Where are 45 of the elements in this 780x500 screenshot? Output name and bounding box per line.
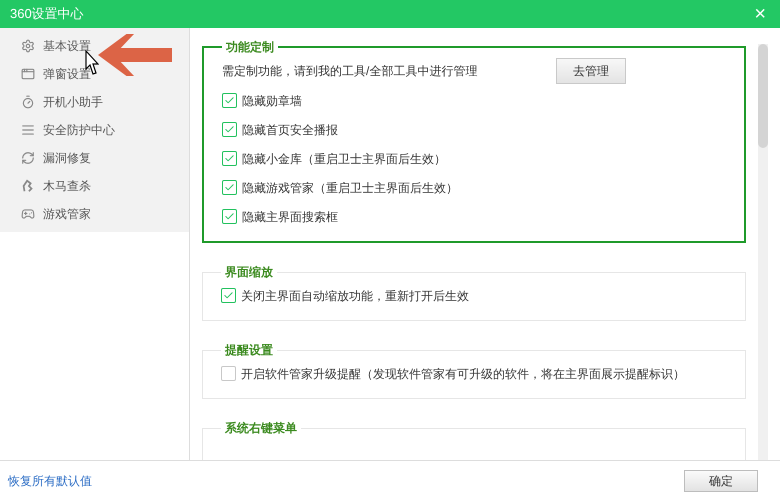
option-label: 关闭主界面自动缩放功能，重新打开后生效 [241,288,469,304]
option-label: 隐藏主界面搜索框 [242,208,338,226]
confirm-button[interactable]: 确定 [684,470,758,492]
window-title: 360设置中心 [10,5,84,24]
sidebar-item[interactable]: 开机小助手 [0,88,189,116]
group-title: 提醒设置 [224,342,274,359]
gamepad-icon [21,207,35,221]
checkbox[interactable] [222,151,237,166]
bars-icon [21,123,35,137]
scrollbar[interactable] [758,44,768,460]
scrollbar-thumb[interactable] [758,44,768,148]
option-label: 隐藏游戏管家（重启卫士主界面后生效） [242,180,458,196]
option-label: 隐藏勋章墙 [242,92,302,110]
check-icon [223,290,234,301]
pointer-arrow-icon [98,34,172,76]
check-icon [224,124,235,135]
check-icon [224,95,235,106]
sidebar-item[interactable]: 安全防护中心 [0,116,189,144]
option-label: 隐藏小金库（重启卫士主界面后生效） [242,150,446,168]
sidebar-item[interactable]: 游戏管家 [0,200,189,228]
checkbox[interactable] [222,209,237,224]
option-label: 开启软件管家升级提醒（发现软件管家有可升级的软件，将在主界面展示提醒标识） [241,366,685,382]
sidebar-item[interactable]: 基本设置 [0,32,189,60]
manage-button[interactable]: 去管理 [556,58,626,84]
check-icon [224,182,235,193]
group-title: 系统右键菜单 [224,420,298,437]
checkbox[interactable] [222,180,237,195]
check-icon [224,211,235,222]
checkbox[interactable] [222,93,237,108]
checkbox[interactable] [221,288,236,303]
group-title: 功能定制 [225,39,275,56]
sidebar-item[interactable]: 弹窗设置 [0,60,189,88]
option-label: 隐藏首页安全播报 [242,122,338,138]
sidebar-item[interactable]: 漏洞修复 [0,144,189,172]
gear-icon [21,39,35,53]
checkbox[interactable] [221,366,236,381]
group-note: 需定制功能，请到我的工具/全部工具中进行管理 [222,63,478,80]
window-icon [21,67,35,81]
group-title: 界面缩放 [224,264,274,281]
check-icon [224,153,235,164]
checkbox[interactable] [222,122,237,137]
restore-defaults-link[interactable]: 恢复所有默认值 [8,472,92,490]
refresh-icon [21,151,35,165]
timer-icon [21,95,35,109]
sidebar-item[interactable]: 木马查杀 [0,172,189,200]
